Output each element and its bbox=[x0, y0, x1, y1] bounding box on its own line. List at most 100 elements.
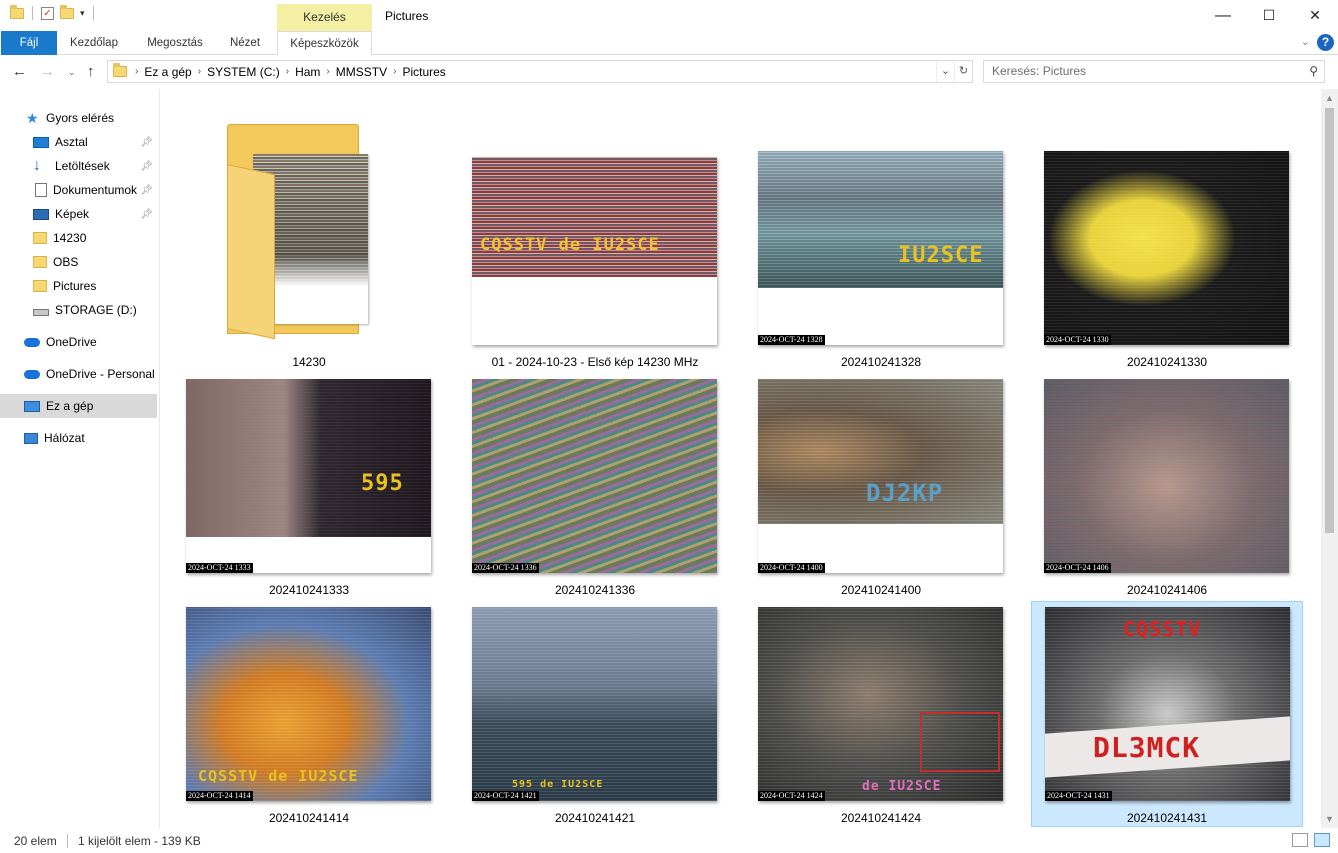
sidebar-item-network[interactable]: Hálózat bbox=[0, 426, 157, 450]
pin-icon[interactable]: 📌︎ bbox=[140, 161, 153, 172]
address-bar[interactable]: › Ez a gép › SYSTEM (C:) › Ham › MMSSTV … bbox=[107, 60, 973, 83]
image-thumbnail: 2024-OCT-24 1406 bbox=[1044, 379, 1289, 573]
sidebar-item-label: Pictures bbox=[53, 279, 97, 293]
search-placeholder: Keresés: Pictures bbox=[992, 64, 1087, 78]
file-tile[interactable]: DJ2KP 2024-OCT-24 1400 202410241400 bbox=[745, 347, 1017, 597]
folder-front bbox=[227, 164, 275, 340]
sidebar-item-desktop[interactable]: Asztal 📌︎ bbox=[0, 130, 157, 154]
ribbon: Fájl Kezdőlap Megosztás Nézet Képeszközö… bbox=[0, 31, 1338, 56]
maximize-button[interactable]: ☐ bbox=[1246, 0, 1292, 31]
breadcrumb-mmsstv[interactable]: MMSSTV bbox=[332, 65, 391, 79]
sidebar-item-label: Hálózat bbox=[44, 431, 85, 445]
file-tile[interactable]: 2024-OCT-24 1330 202410241330 bbox=[1031, 119, 1303, 369]
chevron-right-icon[interactable]: › bbox=[391, 66, 398, 77]
breadcrumb-pictures[interactable]: Pictures bbox=[398, 65, 449, 79]
image-thumbnail: 2024-OCT-24 1336 bbox=[472, 379, 717, 573]
file-tile[interactable]: 595 de IU2SCE 2024-OCT-24 1421 202410241… bbox=[459, 575, 731, 825]
image-overlay-text: IU2SCE bbox=[898, 243, 984, 268]
sidebar-item-label: OneDrive bbox=[46, 335, 97, 349]
breadcrumb-this-pc[interactable]: Ez a gép bbox=[140, 65, 195, 79]
new-folder-icon[interactable] bbox=[60, 4, 74, 19]
timestamp: 2024-OCT-24 1414 bbox=[186, 791, 253, 801]
sidebar-item-onedrive-personal[interactable]: OneDrive - Personal bbox=[0, 362, 157, 386]
sidebar-item-pictures-library[interactable]: Képek 📌︎ bbox=[0, 202, 157, 226]
breadcrumb-system-c[interactable]: SYSTEM (C:) bbox=[203, 65, 284, 79]
sidebar-item-onedrive[interactable]: OneDrive bbox=[0, 330, 157, 354]
scroll-down-arrow-icon[interactable]: ▼ bbox=[1321, 814, 1338, 824]
image-overlay-text: 595 de IU2SCE bbox=[512, 779, 604, 790]
pin-icon[interactable]: 📌︎ bbox=[140, 137, 153, 148]
sidebar-item-this-pc[interactable]: Ez a gép bbox=[0, 394, 157, 418]
file-tile-folder-14230[interactable]: 14230 bbox=[173, 119, 445, 369]
sidebar-item-label: Letöltések bbox=[55, 159, 110, 173]
help-button[interactable]: ? bbox=[1317, 34, 1334, 51]
vertical-scrollbar[interactable]: ▲ ▼ bbox=[1321, 89, 1338, 828]
tab-share[interactable]: Megosztás bbox=[139, 31, 211, 55]
back-arrow-icon[interactable]: ← bbox=[12, 63, 27, 80]
image-overlay-text: 595 bbox=[361, 471, 404, 496]
file-tile[interactable]: IU2SCE 2024-OCT-24 1328 202410241328 bbox=[745, 119, 1017, 369]
minimize-button[interactable]: — bbox=[1200, 0, 1246, 31]
navigation-bar: ← → ⌄ ↑ › Ez a gép › SYSTEM (C:) › Ham ›… bbox=[0, 55, 1338, 89]
status-bar: 20 elem 1 kijelölt elem - 139 KB bbox=[0, 828, 1338, 853]
chevron-right-icon[interactable]: › bbox=[284, 66, 291, 77]
chevron-right-icon[interactable]: › bbox=[324, 66, 331, 77]
image-overlay-text: DJ2KP bbox=[866, 479, 944, 507]
sidebar-item-label: Asztal bbox=[55, 135, 88, 149]
search-icon[interactable]: ⚲ bbox=[1309, 61, 1318, 82]
search-input[interactable]: Keresés: Pictures ⚲ bbox=[983, 60, 1325, 83]
pin-icon[interactable]: 📌︎ bbox=[140, 209, 153, 220]
file-name: 202410241406 bbox=[1126, 583, 1208, 597]
tab-home[interactable]: Kezdőlap bbox=[63, 31, 125, 55]
sidebar-item-downloads[interactable]: ↓ Letöltések 📌︎ bbox=[0, 154, 157, 178]
tab-view[interactable]: Nézet bbox=[222, 31, 268, 55]
sidebar-item-label: Dokumentumok bbox=[53, 183, 138, 197]
sidebar-item-documents[interactable]: Dokumentumok 📌︎ bbox=[0, 178, 157, 202]
close-button[interactable]: ✕ bbox=[1292, 0, 1338, 31]
expand-ribbon-icon[interactable]: ⌄ bbox=[1301, 35, 1310, 48]
tab-file[interactable]: Fájl bbox=[1, 31, 57, 55]
breadcrumb-ham[interactable]: Ham bbox=[291, 65, 324, 79]
timestamp: 2024-OCT-24 1431 bbox=[1045, 791, 1112, 801]
sidebar-item-obs[interactable]: OBS bbox=[0, 250, 157, 274]
image-overlay-text: de IU2SCE bbox=[862, 779, 942, 794]
up-arrow-icon[interactable]: ↑ bbox=[87, 63, 95, 80]
sidebar-item-quick-access[interactable]: ★ Gyors elérés bbox=[0, 106, 157, 130]
file-tile[interactable]: 2024-OCT-24 1336 202410241336 bbox=[459, 347, 731, 597]
sidebar-item-label: OBS bbox=[53, 255, 79, 269]
chevron-right-icon[interactable]: › bbox=[133, 66, 140, 77]
properties-icon[interactable]: ✓ bbox=[41, 6, 54, 20]
tab-picture-tools[interactable]: Képeszközök bbox=[277, 31, 372, 56]
pin-icon[interactable]: 📌︎ bbox=[140, 185, 153, 196]
forward-arrow-icon[interactable]: → bbox=[40, 63, 55, 80]
navigation-pane: ★ Gyors elérés Asztal 📌︎ ↓ Letöltések 📌︎… bbox=[0, 89, 160, 828]
file-tile[interactable]: 2024-OCT-24 1406 202410241406 bbox=[1031, 347, 1303, 597]
sidebar-item-pictures[interactable]: Pictures bbox=[0, 274, 157, 298]
timestamp: 2024-OCT-24 1406 bbox=[1044, 563, 1111, 573]
window-title: Pictures bbox=[385, 9, 429, 23]
file-tile[interactable]: 595 2024-OCT-24 1333 202410241333 bbox=[173, 347, 445, 597]
folder-icon bbox=[33, 280, 47, 292]
file-tile-selected[interactable]: CQSSTV DL3MCK 2024-OCT-24 1431 202410241… bbox=[1031, 601, 1303, 827]
folder-icon bbox=[33, 256, 47, 268]
scrollbar-thumb[interactable] bbox=[1325, 108, 1334, 533]
scroll-up-arrow-icon[interactable]: ▲ bbox=[1321, 93, 1338, 103]
details-view-icon[interactable] bbox=[1292, 833, 1308, 847]
customize-toolbar-icon[interactable]: ▾ bbox=[80, 8, 85, 19]
image-overlay-text: CQSSTV de IU2SCE bbox=[198, 767, 359, 785]
image-thumbnail: 595 2024-OCT-24 1333 bbox=[186, 379, 431, 573]
file-tile[interactable]: CQSSTV de IU2SCE 2024-OCT-24 1414 202410… bbox=[173, 575, 445, 825]
drive-icon bbox=[33, 308, 49, 316]
divider bbox=[92, 6, 94, 20]
sidebar-item-storage-d[interactable]: STORAGE (D:) bbox=[0, 298, 157, 322]
large-icons-view-icon[interactable] bbox=[1314, 833, 1330, 847]
file-tile[interactable]: de IU2SCE 2024-OCT-24 1424 202410241424 bbox=[745, 575, 1017, 825]
this-pc-icon bbox=[24, 400, 40, 412]
recent-locations-icon[interactable]: ⌄ bbox=[68, 67, 76, 78]
sidebar-item-14230[interactable]: 14230 bbox=[0, 226, 157, 250]
refresh-icon[interactable]: ↻ bbox=[954, 61, 972, 82]
sidebar-item-label: Ez a gép bbox=[46, 399, 94, 413]
chevron-right-icon[interactable]: › bbox=[196, 66, 203, 77]
address-dropdown-icon[interactable]: ⌄ bbox=[936, 61, 954, 82]
file-tile[interactable]: CQSSTV de IU2SCE 01 - 2024-10-23 - Első … bbox=[459, 119, 731, 369]
